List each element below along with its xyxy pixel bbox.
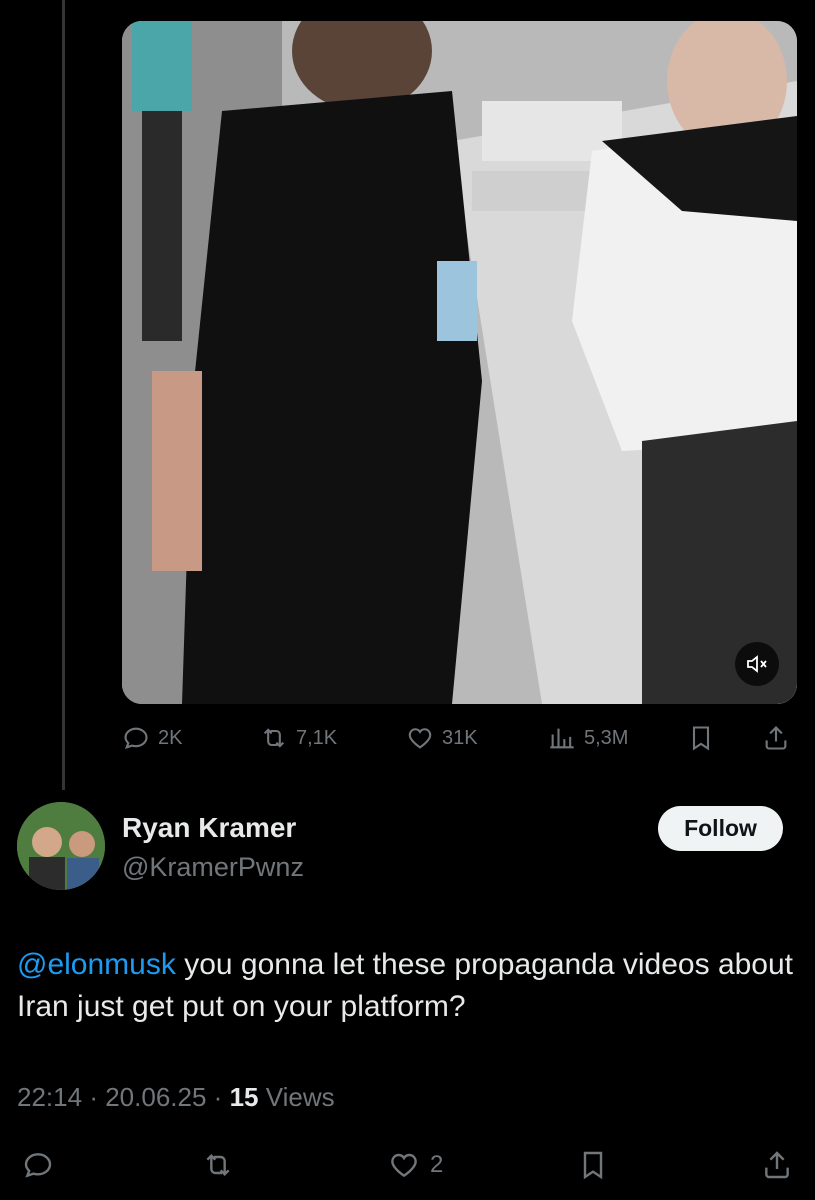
repost-button[interactable]: 7,1K — [260, 716, 337, 760]
author-display-name[interactable]: Ryan Kramer — [122, 812, 296, 844]
reply-button[interactable] — [22, 1140, 54, 1190]
views-button[interactable]: 5,3M — [548, 716, 628, 760]
like-count: 31K — [442, 726, 478, 749]
avatar[interactable] — [17, 802, 105, 890]
avatar-image — [17, 802, 105, 890]
share-icon — [765, 1151, 789, 1179]
tweet-date[interactable]: 20.06.25 — [105, 1082, 206, 1112]
like-button[interactable]: 31K — [406, 716, 478, 760]
repost-count: 7,1K — [296, 726, 338, 749]
tweet-text: @elonmusk you gonna let these propaganda… — [17, 944, 797, 1028]
mute-toggle-button[interactable] — [735, 642, 779, 686]
share-icon — [765, 726, 787, 750]
repost-icon — [206, 1153, 230, 1177]
meta-separator: · — [89, 1082, 98, 1112]
share-button[interactable] — [762, 716, 790, 760]
bookmark-icon — [583, 1151, 603, 1180]
author-handle[interactable]: @KramerPwnz — [122, 852, 304, 883]
mute-icon — [747, 655, 767, 673]
like-icon — [408, 728, 432, 749]
views-icon — [550, 728, 574, 749]
thread-connector-line — [62, 0, 65, 790]
like-icon — [391, 1153, 417, 1178]
tweet-views-label: Views — [265, 1082, 335, 1112]
repost-button[interactable] — [202, 1140, 234, 1190]
mention-link[interactable]: @elonmusk — [17, 948, 176, 981]
meta-separator: · — [213, 1082, 223, 1112]
tweet-meta: 22:14 · 20.06.25 · 15 Views — [17, 1082, 335, 1113]
reply-icon — [124, 727, 148, 750]
follow-button[interactable]: Follow — [658, 806, 783, 851]
video-frame — [122, 21, 797, 704]
views-count: 5,3M — [584, 726, 629, 749]
tweet-time[interactable]: 22:14 — [17, 1082, 82, 1112]
reply-icon — [24, 1153, 52, 1178]
reply-count: 2K — [158, 726, 183, 749]
like-button[interactable]: 2 — [388, 1140, 443, 1190]
share-button[interactable] — [761, 1140, 793, 1190]
like-count: 2 — [430, 1151, 444, 1178]
tweet-actions: 2 — [0, 1140, 815, 1190]
repost-icon — [263, 728, 285, 748]
bookmark-button[interactable] — [577, 1140, 609, 1190]
video-player[interactable] — [122, 21, 797, 704]
bookmark-icon — [692, 726, 710, 751]
tweet-views-count: 15 — [229, 1082, 259, 1112]
bookmark-button[interactable] — [687, 716, 715, 760]
embedded-tweet-actions: 2K 7,1K 31K 5,3M — [122, 716, 802, 760]
reply-button[interactable]: 2K — [122, 716, 182, 760]
